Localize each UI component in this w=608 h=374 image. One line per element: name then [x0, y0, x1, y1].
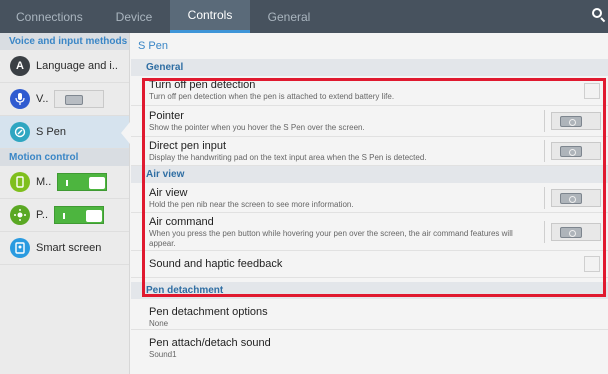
sidebar-item-label: V..	[36, 93, 49, 105]
setting-description: Display the handwriting pad on the text …	[149, 153, 427, 162]
setting-pointer[interactable]: Pointer Show the pointer when you hover …	[131, 106, 608, 137]
setting-pen-attach-detach-sound[interactable]: Pen attach/detach sound Sound1	[131, 330, 608, 360]
sidebar-header-motion: Motion control	[0, 149, 129, 166]
section-header-air-view: Air view	[131, 166, 608, 183]
language-icon: A	[10, 56, 30, 76]
air-view-toggle[interactable]	[544, 187, 602, 209]
setting-description: Turn off pen detection when the pen is a…	[149, 92, 395, 101]
setting-description: Hold the pen nib near the screen to see …	[149, 200, 354, 209]
setting-title: Turn off pen detection	[149, 79, 256, 91]
air-command-toggle[interactable]	[544, 221, 602, 243]
palm-motion-toggle[interactable]	[54, 206, 105, 224]
sidebar-item-label: Smart screen	[36, 242, 102, 254]
direct-pen-input-toggle[interactable]	[544, 140, 602, 162]
sidebar-item-palm[interactable]: P..	[0, 199, 129, 232]
setting-pen-detachment-options[interactable]: Pen detachment options None	[131, 299, 608, 330]
setting-title: Sound and haptic feedback	[149, 258, 283, 270]
tab-connections[interactable]: Connections	[0, 0, 98, 33]
sidebar-item-motions[interactable]: M..	[0, 166, 129, 199]
setting-value: Sound1	[149, 350, 177, 359]
smart-screen-icon	[10, 238, 30, 258]
sidebar-item-language[interactable]: A Language and i..	[0, 50, 129, 83]
setting-title: Pen detachment options	[149, 306, 268, 318]
pointer-toggle[interactable]	[544, 110, 602, 132]
setting-title: Air view	[149, 187, 188, 199]
s-pen-icon	[10, 122, 30, 142]
tab-general[interactable]: General	[250, 0, 328, 33]
setting-title: Pen attach/detach sound	[149, 337, 271, 349]
sidebar-item-label: S Pen	[36, 126, 66, 138]
setting-title: Pointer	[149, 110, 184, 122]
setting-title: Direct pen input	[149, 140, 227, 152]
search-icon[interactable]	[592, 8, 606, 24]
setting-value: None	[149, 319, 169, 328]
palm-icon	[10, 205, 30, 225]
tab-controls[interactable]: Controls	[170, 0, 250, 33]
setting-title: Air command	[149, 216, 214, 228]
sidebar-item-s-pen[interactable]: S Pen	[0, 116, 130, 149]
section-header-pen-detachment: Pen detachment	[131, 282, 608, 299]
setting-description: Show the pointer when you hover the S Pe…	[149, 123, 365, 132]
sidebar-item-label: Language and i..	[36, 60, 118, 72]
sound-haptic-feedback-checkbox[interactable]	[584, 256, 600, 272]
tab-device[interactable]: Device	[98, 0, 170, 33]
setting-sound-haptic-feedback[interactable]: Sound and haptic feedback	[131, 251, 608, 278]
setting-air-view[interactable]: Air view Hold the pen nib near the scree…	[131, 183, 608, 213]
sidebar-item-label: M..	[36, 176, 52, 188]
s-pen-settings-panel: S Pen General Turn off pen detection Tur…	[131, 33, 608, 374]
setting-air-command[interactable]: Air command When you press the pen butto…	[131, 213, 608, 251]
motions-toggle[interactable]	[57, 173, 108, 191]
sidebar-item-label: P..	[36, 209, 49, 221]
sidebar-item-smart-screen[interactable]: Smart screen	[0, 232, 129, 265]
setting-direct-pen-input[interactable]: Direct pen input Display the handwriting…	[131, 137, 608, 166]
turn-off-pen-detection-checkbox[interactable]	[584, 83, 600, 99]
settings-sidebar: Voice and input methods A Language and i…	[0, 33, 130, 374]
sidebar-header-voice-input: Voice and input methods	[0, 33, 129, 50]
sidebar-item-voice[interactable]: V..	[0, 83, 129, 116]
top-tab-bar: Connections Device Controls General	[0, 0, 608, 33]
motion-icon	[10, 172, 30, 192]
microphone-icon	[10, 89, 30, 109]
voice-toggle[interactable]	[54, 90, 105, 108]
setting-description: When you press the pen button while hove…	[149, 229, 513, 248]
setting-turn-off-pen-detection[interactable]: Turn off pen detection Turn off pen dete…	[131, 76, 608, 106]
breadcrumb: S Pen	[138, 40, 168, 52]
section-header-general: General	[131, 59, 608, 76]
